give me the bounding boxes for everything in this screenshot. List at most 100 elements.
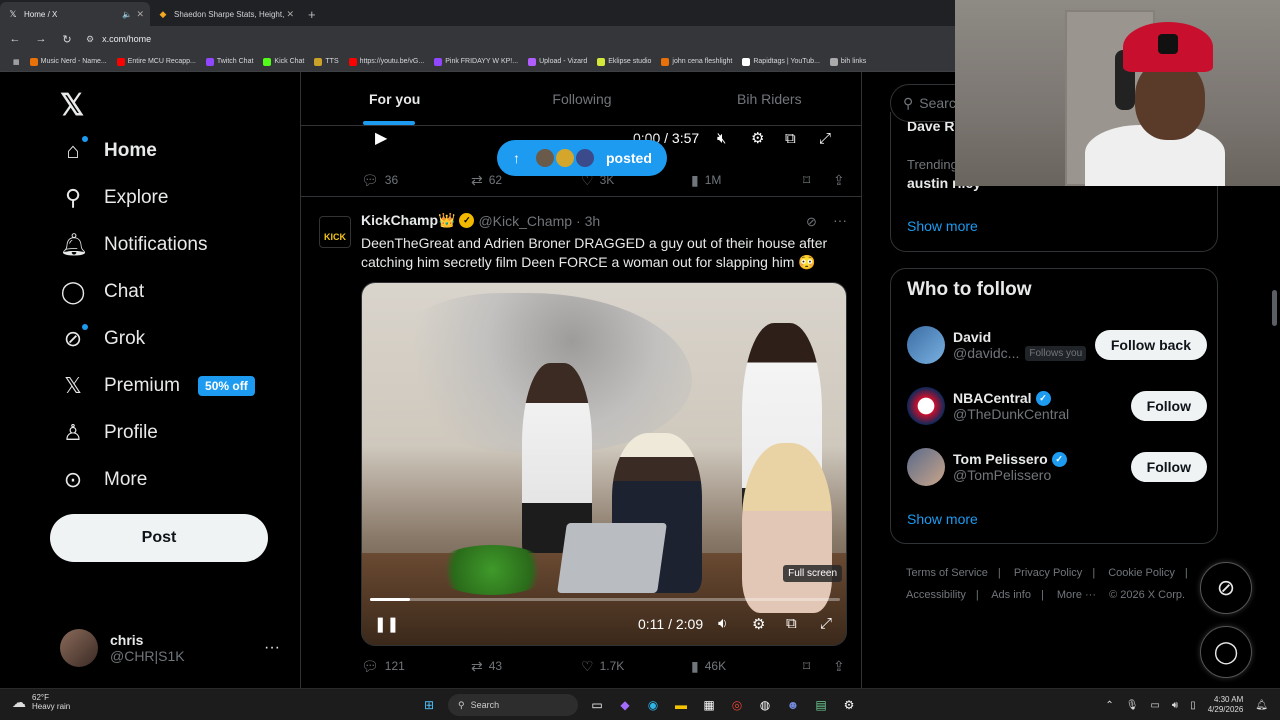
- video-progress-bar[interactable]: [370, 598, 840, 601]
- more-dots-icon[interactable]: ···: [264, 639, 280, 657]
- notepad-icon[interactable]: ▤: [812, 696, 830, 714]
- apps-icon[interactable]: ▦: [8, 58, 25, 66]
- play-icon[interactable]: ▶: [375, 128, 387, 148]
- store-icon[interactable]: ▦: [700, 696, 718, 714]
- suggestion-name[interactable]: Tom Pelissero: [953, 451, 1048, 467]
- tab-for-you[interactable]: For you: [301, 72, 488, 125]
- fullscreen-icon[interactable]: ⤢: [819, 130, 831, 147]
- settings-gear-icon[interactable]: ⚙: [840, 696, 858, 714]
- new-tab-button[interactable]: +: [300, 7, 324, 26]
- volume-icon[interactable]: 🔉︎: [718, 615, 727, 632]
- views-button[interactable]: ▮ 46K: [691, 658, 726, 675]
- suggestion-name[interactable]: David: [953, 329, 1087, 345]
- views-button[interactable]: ▮ 1M: [691, 172, 721, 189]
- footer-link[interactable]: Terms of Service: [906, 567, 988, 579]
- bookmark-item[interactable]: Twitch Chat: [201, 57, 259, 66]
- mute-icon[interactable]: 🔇︎: [717, 130, 726, 147]
- reply-button[interactable]: 💬︎ 36: [361, 172, 398, 189]
- forward-icon[interactable]: →: [34, 33, 48, 45]
- footer-link[interactable]: Accessibility: [906, 589, 966, 601]
- show-more-link[interactable]: Show more: [907, 218, 978, 234]
- bookmark-item[interactable]: TTS: [309, 57, 343, 66]
- pip-icon[interactable]: ⧉: [786, 615, 797, 632]
- fullscreen-icon[interactable]: ⤢: [820, 615, 832, 632]
- back-icon[interactable]: ←: [8, 33, 22, 45]
- taskbar-search[interactable]: ⚲ Search: [448, 694, 578, 716]
- url-field[interactable]: ⚙ x.com/home: [86, 34, 151, 45]
- notifications-icon[interactable]: 🔔︎: [1255, 700, 1268, 711]
- bookmark-item[interactable]: Eklipse studio: [592, 57, 656, 66]
- nav-profile[interactable]: ♙ Profile: [60, 420, 158, 446]
- nav-home[interactable]: ⌂ Home: [60, 136, 157, 164]
- follow-suggestion[interactable]: NBACentral ✓ @TheDunkCentral Follow: [907, 386, 1207, 426]
- settings-gear-icon[interactable]: ⚙: [751, 129, 764, 147]
- video-player[interactable]: Full screen ❚❚ 0:11 / 2:09 🔉︎ ⚙ ⧉ ⤢: [361, 282, 847, 646]
- footer-link[interactable]: More ···: [1057, 589, 1096, 601]
- bookmark-item[interactable]: Upload - Vizard: [523, 57, 592, 66]
- avatar[interactable]: [907, 387, 945, 425]
- like-button[interactable]: ♡ 1.7K: [581, 658, 624, 675]
- chevron-up-icon[interactable]: ⌃: [1105, 700, 1113, 711]
- close-icon[interactable]: ✕: [286, 9, 294, 20]
- avatar[interactable]: KICK: [319, 216, 351, 248]
- pip-icon[interactable]: ⧉: [785, 130, 796, 147]
- battery-icon[interactable]: ▯: [1190, 700, 1196, 711]
- new-posts-pill[interactable]: ↑ posted: [497, 140, 667, 176]
- show-more-link[interactable]: Show more: [907, 511, 978, 527]
- suggestion-name[interactable]: NBACentral: [953, 390, 1032, 406]
- nav-more[interactable]: ⊙ More: [60, 467, 148, 493]
- follow-button[interactable]: Follow: [1130, 452, 1207, 482]
- share-button[interactable]: ⇪: [833, 172, 845, 189]
- nav-grok[interactable]: ⊘ Grok: [60, 324, 145, 352]
- bookmark-item[interactable]: Rapidtags | YouTub...: [737, 57, 825, 66]
- close-icon[interactable]: ✕: [136, 9, 144, 20]
- tweet[interactable]: KICK KickChamp👑 ✓ @Kick_Champ · 3h ⊘ ···…: [301, 204, 861, 684]
- file-explorer-icon[interactable]: ▬: [672, 696, 690, 714]
- avatar[interactable]: [907, 448, 945, 486]
- account-switcher[interactable]: chris @CHR|S1K ···: [60, 628, 290, 668]
- task-view-icon[interactable]: ▭: [588, 696, 606, 714]
- bookmark-item[interactable]: Kick Chat: [258, 57, 309, 66]
- bookmark-item[interactable]: Music Nerd - Name...: [25, 57, 112, 66]
- windows-start-icon[interactable]: ⊞: [420, 696, 438, 714]
- author-handle[interactable]: @Kick_Champ: [478, 213, 572, 229]
- follow-suggestion[interactable]: David @davidc... Follows you Follow back: [907, 325, 1207, 365]
- bookmark-item[interactable]: john cena fleshlight: [656, 57, 737, 66]
- tab-following[interactable]: Following: [488, 72, 675, 125]
- nav-explore[interactable]: ⚲ Explore: [60, 185, 168, 211]
- pause-icon[interactable]: ❚❚: [374, 615, 399, 633]
- share-button[interactable]: ⇪: [833, 658, 845, 675]
- grok-fab-button[interactable]: ⊘: [1200, 562, 1252, 614]
- tab-shaedon[interactable]: ◆ Shaedon Sharpe Stats, Height, ... ✕: [150, 2, 300, 26]
- bookmark-button[interactable]: ⌑: [803, 658, 810, 675]
- nav-chat[interactable]: ◯ Chat: [60, 279, 144, 305]
- nav-notifications[interactable]: 🔔︎ Notifications: [60, 232, 208, 258]
- tweet-time[interactable]: · 3h: [576, 213, 600, 229]
- footer-link[interactable]: Privacy Policy: [1014, 567, 1082, 579]
- tab-bih-riders[interactable]: Bih Riders: [676, 72, 861, 125]
- author-name[interactable]: KickChamp👑: [361, 212, 455, 229]
- footer-link[interactable]: Ads info: [991, 589, 1031, 601]
- more-dots-icon[interactable]: ···: [833, 212, 847, 228]
- bookmark-item[interactable]: https://youtu.be/vG...: [344, 57, 430, 66]
- network-icon[interactable]: ▭: [1150, 700, 1159, 711]
- volume-icon[interactable]: 🔊︎: [1172, 700, 1178, 711]
- nav-premium[interactable]: 𝕏 Premium 50% off: [60, 373, 255, 399]
- avatar[interactable]: [907, 326, 945, 364]
- page-scrollbar[interactable]: [1272, 290, 1277, 326]
- bookmark-item[interactable]: bih links: [825, 57, 871, 66]
- settings-gear-icon[interactable]: ⚙: [752, 615, 765, 633]
- clock[interactable]: 4:30 AM 4/29/2026: [1208, 695, 1244, 715]
- grok-icon[interactable]: ⊘: [806, 214, 817, 230]
- bookmark-item[interactable]: Pink FRIDAYY W KP!...: [429, 57, 523, 66]
- footer-link[interactable]: Cookie Policy: [1108, 567, 1175, 579]
- site-info-icon[interactable]: ⚙: [86, 34, 94, 45]
- obs-icon[interactable]: ◍: [756, 696, 774, 714]
- repost-button[interactable]: ⇄ 43: [471, 658, 502, 675]
- bookmark-button[interactable]: ⌑: [803, 172, 810, 189]
- discord-icon[interactable]: ☻: [784, 696, 802, 714]
- follow-button[interactable]: Follow: [1130, 391, 1207, 421]
- reply-button[interactable]: 💬︎ 121: [361, 658, 405, 675]
- bookmark-item[interactable]: Entire MCU Recapp...: [112, 57, 201, 66]
- post-button[interactable]: Post: [50, 514, 268, 562]
